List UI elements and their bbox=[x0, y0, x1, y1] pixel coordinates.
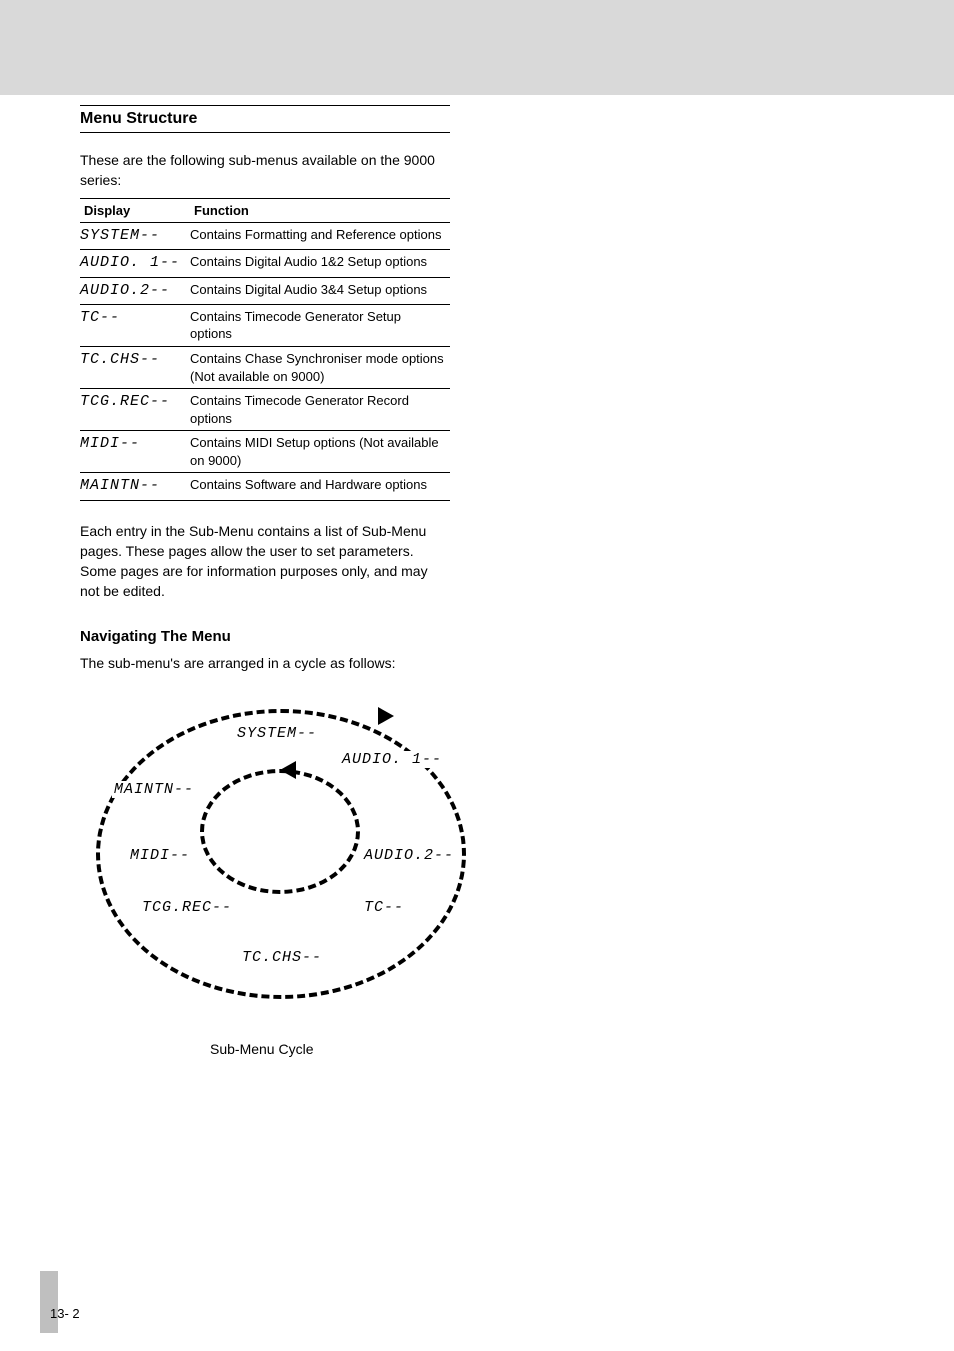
page-content: Menu Structure These are the following s… bbox=[0, 105, 954, 1057]
table-row: AUDIO. 1-- Contains Digital Audio 1&2 Se… bbox=[80, 250, 450, 277]
section-subtitle: Navigating The Menu bbox=[80, 628, 874, 645]
diagram-label-tcchs: TC.CHS-- bbox=[240, 949, 324, 966]
after-table-text: Each entry in the Sub-Menu contains a li… bbox=[80, 521, 450, 602]
table-row: MIDI-- Contains MIDI Setup options (Not … bbox=[80, 431, 450, 473]
submenu-cycle-diagram: SYSTEM-- AUDIO. 1-- AUDIO.2-- TC-- TC.CH… bbox=[80, 689, 480, 1029]
table-row: SYSTEM-- Contains Formatting and Referen… bbox=[80, 223, 450, 250]
table-row: TC.CHS-- Contains Chase Synchroniser mod… bbox=[80, 347, 450, 389]
diagram-label-system: SYSTEM-- bbox=[235, 725, 319, 742]
cw-arrow-icon bbox=[378, 707, 394, 725]
ccw-arrow-icon bbox=[280, 761, 296, 779]
menu-desc: Contains Digital Audio 3&4 Setup options bbox=[190, 277, 450, 304]
section-title: Menu Structure bbox=[80, 105, 450, 133]
menu-code: TCG.REC-- bbox=[80, 389, 190, 431]
diagram-label-audio2: AUDIO.2-- bbox=[362, 847, 456, 864]
menu-code: TC-- bbox=[80, 304, 190, 346]
table-row: AUDIO.2-- Contains Digital Audio 3&4 Set… bbox=[80, 277, 450, 304]
header-band bbox=[0, 0, 954, 95]
inner-ellipse bbox=[200, 769, 360, 894]
cycle-note: The sub-menu's are arranged in a cycle a… bbox=[80, 655, 874, 671]
menu-desc: Contains Timecode Generator Record optio… bbox=[190, 389, 450, 431]
table-row: TCG.REC-- Contains Timecode Generator Re… bbox=[80, 389, 450, 431]
diagram-caption: Sub-Menu Cycle bbox=[210, 1041, 874, 1057]
diagram-label-maintn: MAINTN-- bbox=[112, 781, 196, 798]
table-row: TC-- Contains Timecode Generator Setup o… bbox=[80, 304, 450, 346]
diagram-label-midi: MIDI-- bbox=[128, 847, 192, 864]
menu-desc: Contains Software and Hardware options bbox=[190, 473, 450, 500]
page-number: 13- 2 bbox=[50, 1306, 80, 1321]
menu-code: SYSTEM-- bbox=[80, 223, 190, 250]
intro-text: These are the following sub-menus availa… bbox=[80, 151, 450, 190]
menu-code: TC.CHS-- bbox=[80, 347, 190, 389]
menu-code: AUDIO. 1-- bbox=[80, 250, 190, 277]
table-header-display: Display bbox=[80, 199, 190, 223]
diagram-label-tc: TC-- bbox=[362, 899, 406, 916]
menu-desc: Contains Chase Synchroniser mode options… bbox=[190, 347, 450, 389]
table-row: MAINTN-- Contains Software and Hardware … bbox=[80, 473, 450, 500]
menu-desc: Contains Timecode Generator Setup option… bbox=[190, 304, 450, 346]
table-header-function: Function bbox=[190, 199, 450, 223]
menu-code: MAINTN-- bbox=[80, 473, 190, 500]
menu-table: Display Function SYSTEM-- Contains Forma… bbox=[80, 198, 450, 500]
menu-desc: Contains Formatting and Reference option… bbox=[190, 223, 450, 250]
diagram-label-audio1: AUDIO. 1-- bbox=[340, 751, 444, 768]
menu-desc: Contains Digital Audio 1&2 Setup options bbox=[190, 250, 450, 277]
page-side-tab bbox=[40, 1271, 58, 1333]
diagram-label-tcgrec: TCG.REC-- bbox=[140, 899, 234, 916]
menu-code: AUDIO.2-- bbox=[80, 277, 190, 304]
menu-code: MIDI-- bbox=[80, 431, 190, 473]
menu-desc: Contains MIDI Setup options (Not availab… bbox=[190, 431, 450, 473]
